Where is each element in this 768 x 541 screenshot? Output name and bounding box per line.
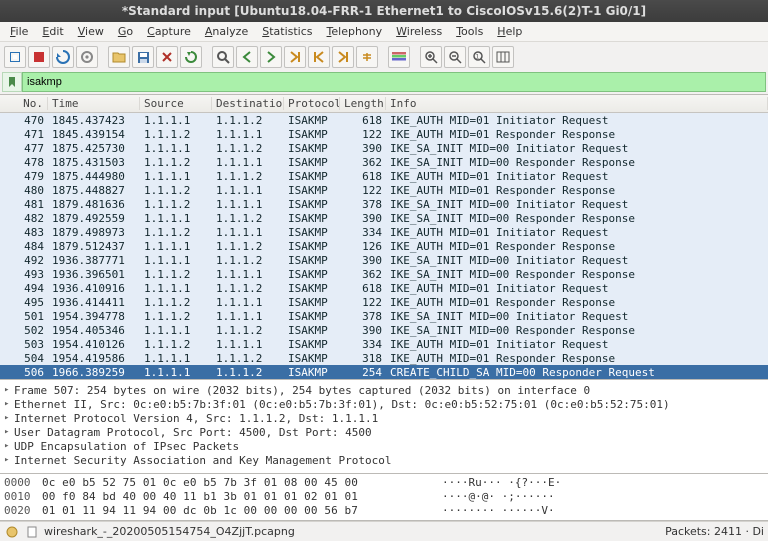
hex-line[interactable]: 00000c e0 b5 52 75 01 0c e0 b5 7b 3f 01 … xyxy=(4,476,764,490)
capture-file-properties-button[interactable] xyxy=(24,524,40,540)
main-toolbar: 1 xyxy=(0,42,768,72)
col-header-no[interactable]: No. xyxy=(0,97,48,110)
close-file-button[interactable] xyxy=(156,46,178,68)
packet-row[interactable]: 4941936.4109161.1.1.11.1.1.2ISAKMP618IKE… xyxy=(0,281,768,295)
packet-row[interactable]: 4791875.4449801.1.1.11.1.1.2ISAKMP618IKE… xyxy=(0,169,768,183)
col-header-info[interactable]: Info xyxy=(386,97,768,110)
expand-caret-icon[interactable]: ▸ xyxy=(4,399,14,409)
menu-view[interactable]: View xyxy=(72,23,110,40)
packet-row[interactable]: 5021954.4053461.1.1.11.1.1.2ISAKMP390IKE… xyxy=(0,323,768,337)
go-back-button[interactable] xyxy=(236,46,258,68)
packet-list-pane[interactable]: No. Time Source Destination Protocol Len… xyxy=(0,94,768,380)
reload-button[interactable] xyxy=(180,46,202,68)
packet-row[interactable]: 4811879.4816361.1.1.21.1.1.1ISAKMP378IKE… xyxy=(0,197,768,211)
status-packets-label: Packets: 2411 · Di xyxy=(665,525,764,538)
open-file-button[interactable] xyxy=(108,46,130,68)
col-header-source[interactable]: Source xyxy=(140,97,212,110)
detail-line[interactable]: ▸UDP Encapsulation of IPsec Packets xyxy=(4,439,764,453)
menu-file[interactable]: File xyxy=(4,23,34,40)
packet-list-header[interactable]: No. Time Source Destination Protocol Len… xyxy=(0,95,768,113)
display-filter-bar xyxy=(0,72,768,94)
hex-line[interactable]: 002001 01 11 94 11 94 00 dc 0b 1c 00 00 … xyxy=(4,504,764,518)
packet-row[interactable]: 5061966.3892591.1.1.11.1.1.2ISAKMP254CRE… xyxy=(0,365,768,379)
zoom-reset-button[interactable]: 1 xyxy=(468,46,490,68)
colorize-button[interactable] xyxy=(388,46,410,68)
go-last-button[interactable] xyxy=(332,46,354,68)
menu-bar: FileEditViewGoCaptureAnalyzeStatisticsTe… xyxy=(0,22,768,42)
packet-row[interactable]: 4831879.4989731.1.1.21.1.1.1ISAKMP334IKE… xyxy=(0,225,768,239)
filter-bookmark-button[interactable] xyxy=(2,72,22,92)
menu-tools[interactable]: Tools xyxy=(450,23,489,40)
packet-row[interactable]: 4931936.3965011.1.1.21.1.1.1ISAKMP362IKE… xyxy=(0,267,768,281)
expand-caret-icon[interactable]: ▸ xyxy=(4,455,14,465)
auto-scroll-button[interactable] xyxy=(356,46,378,68)
detail-line[interactable]: ▸Internet Protocol Version 4, Src: 1.1.1… xyxy=(4,411,764,425)
restart-capture-button[interactable] xyxy=(52,46,74,68)
find-packet-button[interactable] xyxy=(212,46,234,68)
expand-caret-icon[interactable]: ▸ xyxy=(4,413,14,423)
svg-text:1: 1 xyxy=(476,54,480,61)
expand-caret-icon[interactable]: ▸ xyxy=(4,427,14,437)
stop-capture-button[interactable] xyxy=(28,46,50,68)
packet-row[interactable]: 5011954.3947781.1.1.21.1.1.1ISAKMP378IKE… xyxy=(0,309,768,323)
resize-columns-button[interactable] xyxy=(492,46,514,68)
packet-row[interactable]: 4781875.4315031.1.1.21.1.1.1ISAKMP362IKE… xyxy=(0,155,768,169)
packet-row[interactable]: 4841879.5124371.1.1.11.1.1.2ISAKMP126IKE… xyxy=(0,239,768,253)
packet-row[interactable]: 4801875.4488271.1.1.21.1.1.1ISAKMP122IKE… xyxy=(0,183,768,197)
packet-row[interactable]: 4951936.4144111.1.1.21.1.1.1ISAKMP122IKE… xyxy=(0,295,768,309)
col-header-time[interactable]: Time xyxy=(48,97,140,110)
display-filter-input[interactable] xyxy=(22,72,766,92)
menu-analyze[interactable]: Analyze xyxy=(199,23,254,40)
save-file-button[interactable] xyxy=(132,46,154,68)
hex-line[interactable]: 001000 f0 84 bd 40 00 40 11 b1 3b 01 01 … xyxy=(4,490,764,504)
menu-telephony[interactable]: Telephony xyxy=(321,23,389,40)
menu-help[interactable]: Help xyxy=(491,23,528,40)
status-bar: wireshark_-_20200505154754_O4ZjjT.pcapng… xyxy=(0,521,768,541)
packet-row[interactable]: 5031954.4101261.1.1.21.1.1.1ISAKMP334IKE… xyxy=(0,337,768,351)
menu-capture[interactable]: Capture xyxy=(141,23,197,40)
zoom-out-button[interactable] xyxy=(444,46,466,68)
detail-line[interactable]: ▸User Datagram Protocol, Src Port: 4500,… xyxy=(4,425,764,439)
col-header-proto[interactable]: Protocol xyxy=(284,97,340,110)
detail-line[interactable]: ▸Ethernet II, Src: 0c:e0:b5:7b:3f:01 (0c… xyxy=(4,397,764,411)
expert-info-button[interactable] xyxy=(4,524,20,540)
expand-caret-icon[interactable]: ▸ xyxy=(4,385,14,395)
packet-row[interactable]: 4711845.4391541.1.1.21.1.1.1ISAKMP122IKE… xyxy=(0,127,768,141)
detail-line[interactable]: ▸Frame 507: 254 bytes on wire (2032 bits… xyxy=(4,383,764,397)
capture-options-button[interactable] xyxy=(76,46,98,68)
menu-go[interactable]: Go xyxy=(112,23,139,40)
packet-bytes-pane[interactable]: 00000c e0 b5 52 75 01 0c e0 b5 7b 3f 01 … xyxy=(0,474,768,521)
start-capture-button[interactable] xyxy=(4,46,26,68)
packet-row[interactable]: 4821879.4925591.1.1.11.1.1.2ISAKMP390IKE… xyxy=(0,211,768,225)
zoom-in-button[interactable] xyxy=(420,46,442,68)
packet-row[interactable]: 5041954.4195861.1.1.11.1.1.2ISAKMP318IKE… xyxy=(0,351,768,365)
menu-edit[interactable]: Edit xyxy=(36,23,69,40)
packet-row[interactable]: 4701845.4374231.1.1.11.1.1.2ISAKMP618IKE… xyxy=(0,113,768,127)
bookmark-icon xyxy=(6,76,18,88)
detail-line[interactable]: ▸Internet Security Association and Key M… xyxy=(4,453,764,467)
packet-row[interactable]: 4921936.3877711.1.1.11.1.1.2ISAKMP390IKE… xyxy=(0,253,768,267)
expand-caret-icon[interactable]: ▸ xyxy=(4,441,14,451)
col-header-dest[interactable]: Destination xyxy=(212,97,284,110)
menu-wireless[interactable]: Wireless xyxy=(390,23,448,40)
go-forward-button[interactable] xyxy=(260,46,282,68)
window-titlebar: *Standard input [Ubuntu18.04-FRR-1 Ether… xyxy=(0,0,768,22)
packet-details-pane[interactable]: ▸Frame 507: 254 bytes on wire (2032 bits… xyxy=(0,380,768,474)
go-first-button[interactable] xyxy=(308,46,330,68)
go-to-packet-button[interactable] xyxy=(284,46,306,68)
window-title: *Standard input [Ubuntu18.04-FRR-1 Ether… xyxy=(122,4,646,18)
status-file-label: wireshark_-_20200505154754_O4ZjjT.pcapng xyxy=(44,525,295,538)
col-header-length[interactable]: Length xyxy=(340,97,386,110)
packet-row[interactable]: 4771875.4257301.1.1.11.1.1.2ISAKMP390IKE… xyxy=(0,141,768,155)
menu-statistics[interactable]: Statistics xyxy=(256,23,318,40)
